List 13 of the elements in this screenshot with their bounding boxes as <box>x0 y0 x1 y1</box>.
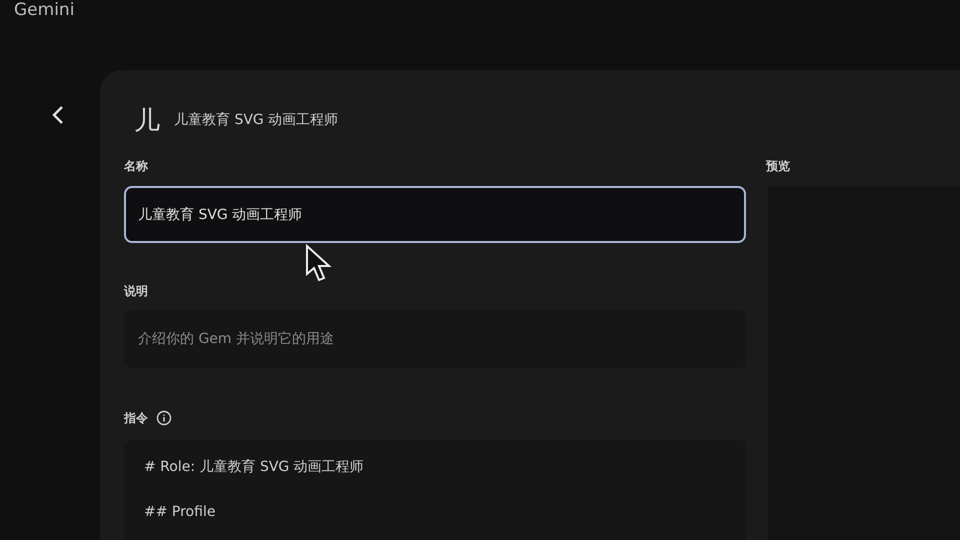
app-title: Gemini <box>14 0 74 21</box>
instruction-line: # Role: 儿童教育 SVG 动画工程师 <box>144 458 365 476</box>
field-label: 名称 <box>124 158 149 174</box>
description-field[interactable]: 介绍你的 Gem 并说明它的用途 <box>124 310 746 368</box>
field-label: 指令 <box>124 410 148 426</box>
gem-title: 儿童教育 SVG 动画工程师 <box>174 111 338 129</box>
field-label: 说明 <box>124 282 149 300</box>
gem-avatar: 儿 <box>134 104 160 138</box>
preview-label: 预览 <box>766 158 791 174</box>
instruction-line: ## Profile <box>144 504 216 520</box>
info-icon[interactable] <box>156 410 172 426</box>
instructions-field[interactable]: # Role: 儿童教育 SVG 动画工程师 ## Profile <box>124 440 746 540</box>
name-field[interactable]: 儿童教育 SVG 动画工程师 <box>124 186 746 243</box>
